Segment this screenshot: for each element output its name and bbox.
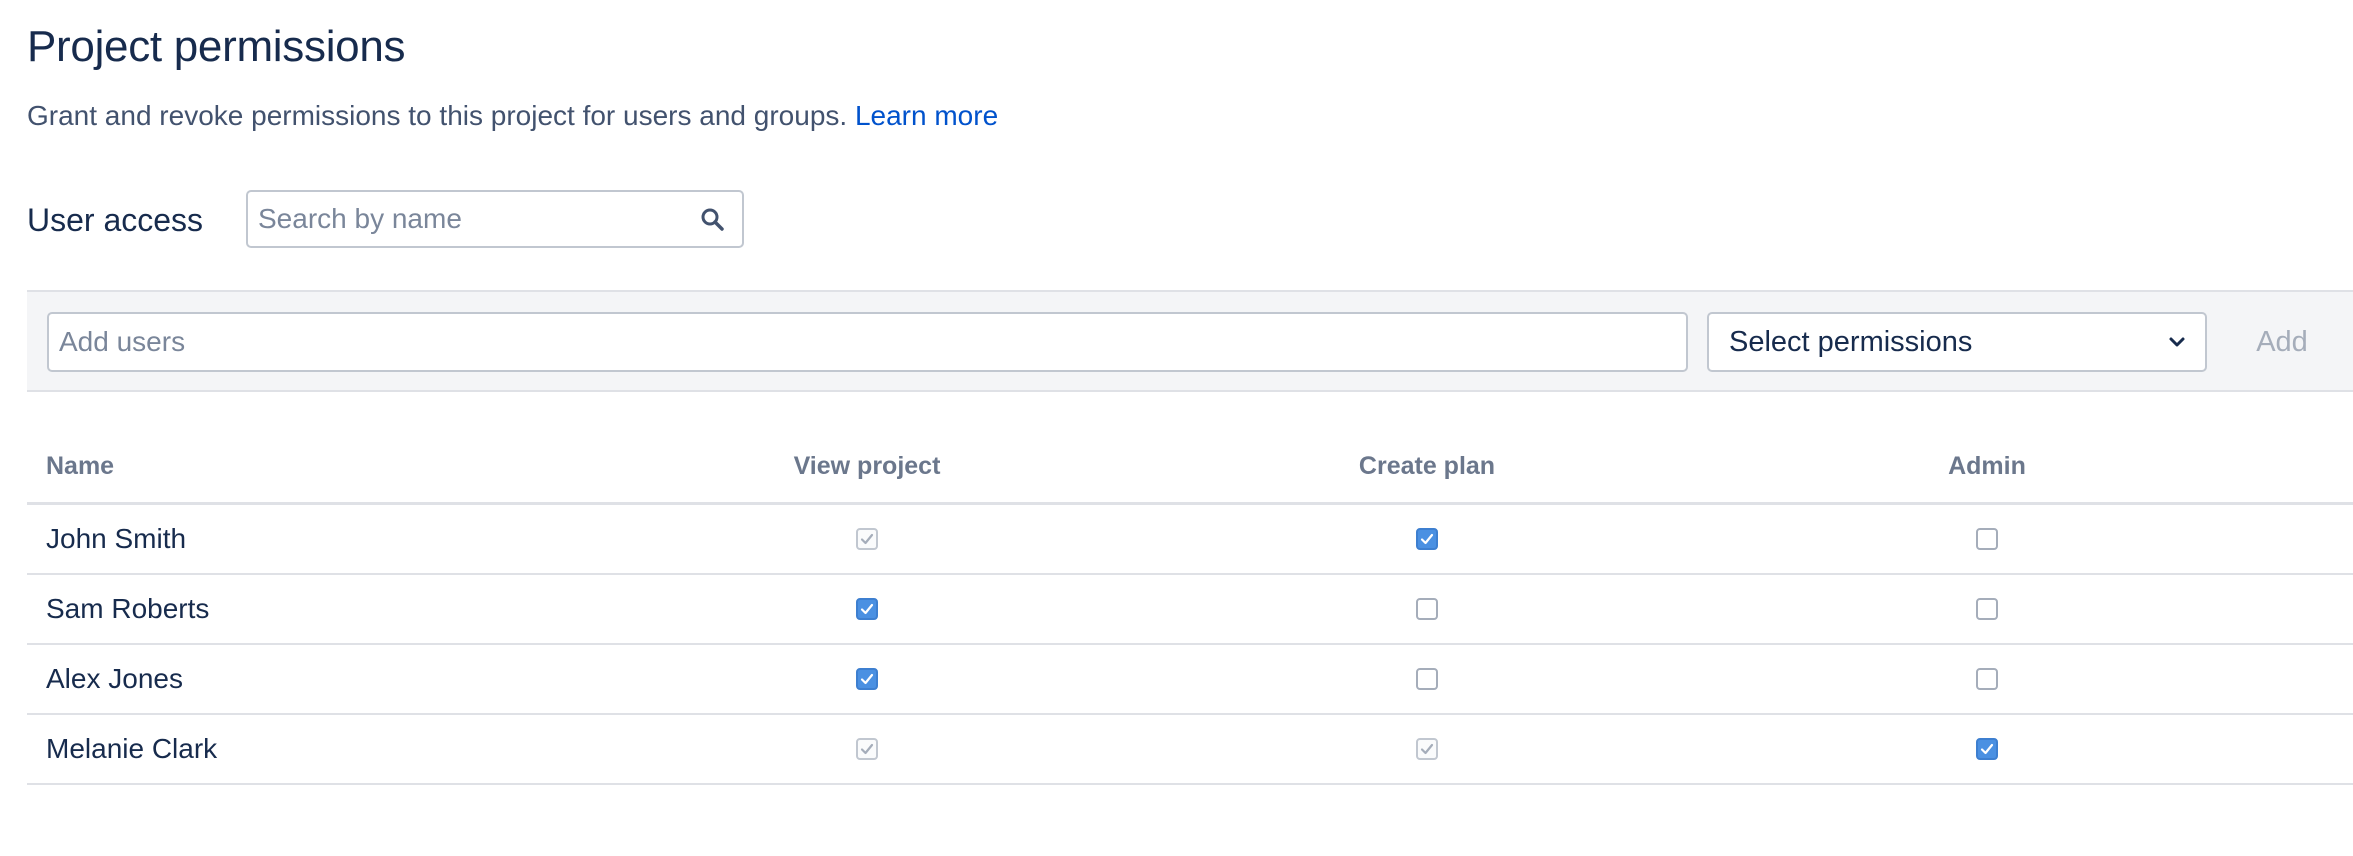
- user-name: Alex Jones: [27, 644, 587, 715]
- permissions-table-body: John Smith Sam Roberts Alex Jones Melani…: [27, 503, 2353, 785]
- admin-checkbox[interactable]: [1976, 738, 1998, 760]
- search-box[interactable]: [246, 190, 744, 248]
- page-description: Grant and revoke permissions to this pro…: [27, 100, 998, 132]
- table-row: John Smith: [27, 503, 2353, 575]
- column-header-name: Name: [27, 430, 587, 505]
- admin-checkbox[interactable]: [1976, 598, 1998, 620]
- table-row: Sam Roberts: [27, 574, 2353, 645]
- create-plan-checkbox[interactable]: [1416, 598, 1438, 620]
- view-project-checkbox[interactable]: [856, 668, 878, 690]
- add-users-input[interactable]: [47, 312, 1688, 372]
- search-icon[interactable]: [698, 205, 726, 233]
- column-header-admin: Admin: [1707, 430, 2267, 505]
- admin-checkbox[interactable]: [1976, 528, 1998, 550]
- column-header-view-project: View project: [587, 430, 1147, 505]
- table-header-row: Name View project Create plan Admin: [27, 430, 2353, 505]
- page-title: Project permissions: [27, 22, 406, 71]
- add-users-panel: Select permissions Add: [27, 290, 2353, 392]
- view-project-checkbox[interactable]: [856, 598, 878, 620]
- learn-more-link[interactable]: Learn more: [855, 100, 998, 131]
- add-button[interactable]: Add: [2247, 312, 2317, 372]
- permissions-select[interactable]: Select permissions: [1707, 312, 2207, 372]
- create-plan-checkbox[interactable]: [1416, 528, 1438, 550]
- user-access-row: User access: [27, 190, 744, 250]
- description-text: Grant and revoke permissions to this pro…: [27, 100, 848, 131]
- create-plan-checkbox: [1416, 738, 1438, 760]
- user-name: John Smith: [27, 503, 587, 575]
- permissions-table: Name View project Create plan Admin John…: [27, 430, 2353, 785]
- permissions-select-value: Select permissions: [1729, 325, 1973, 358]
- view-project-checkbox: [856, 738, 878, 760]
- table-row: Alex Jones: [27, 644, 2353, 715]
- search-input[interactable]: [248, 192, 688, 246]
- table-row: Melanie Clark: [27, 714, 2353, 785]
- chevron-down-icon: [2167, 332, 2187, 352]
- column-header-create-plan: Create plan: [1147, 430, 1707, 505]
- user-name: Melanie Clark: [27, 714, 587, 785]
- create-plan-checkbox[interactable]: [1416, 668, 1438, 690]
- admin-checkbox[interactable]: [1976, 668, 1998, 690]
- column-header-spacer: [2267, 430, 2353, 505]
- user-name: Sam Roberts: [27, 574, 587, 645]
- view-project-checkbox: [856, 528, 878, 550]
- user-access-label: User access: [27, 201, 204, 238]
